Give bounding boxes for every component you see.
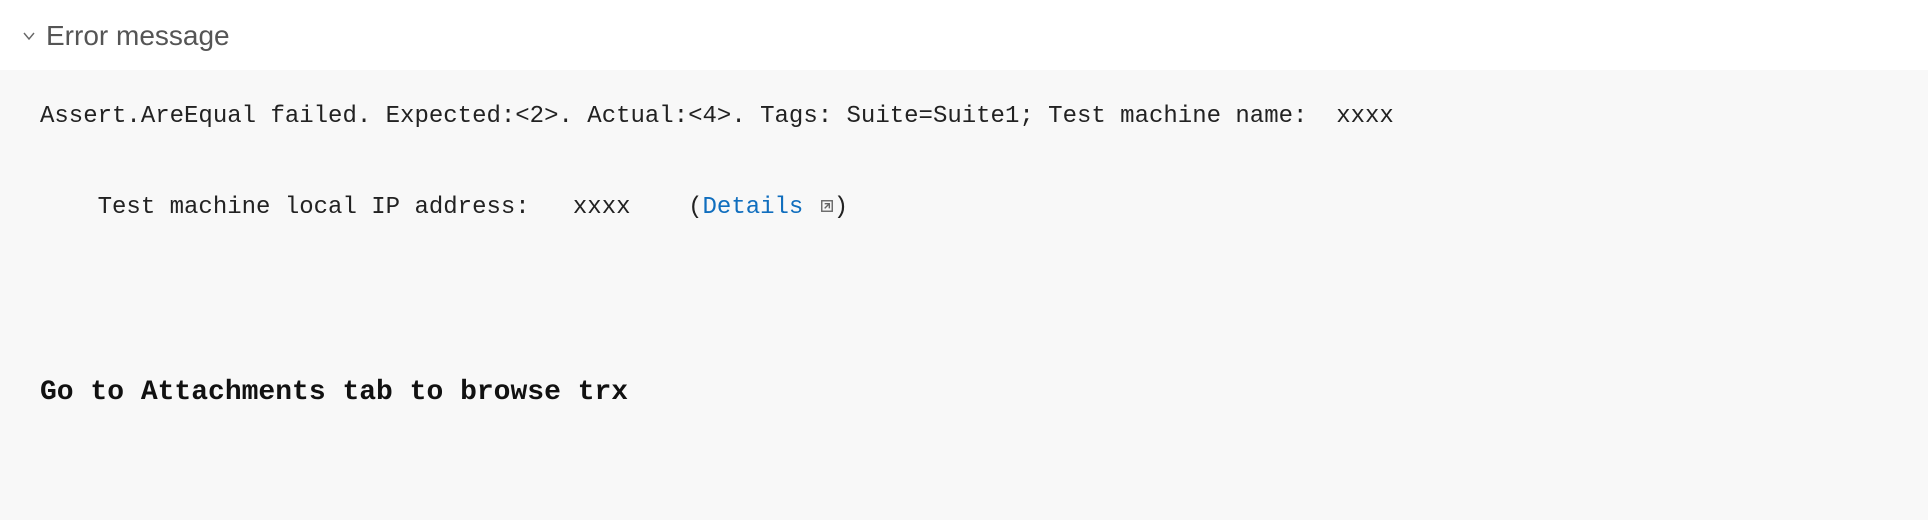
error-line-2: Test machine local IP address: xxxx (Det… [40, 140, 1888, 277]
section-title: Error message [46, 20, 230, 52]
error-line-1: Assert.AreEqual failed. Expected:<2>. Ac… [40, 94, 1888, 140]
error-message-section-header[interactable]: Error message [0, 0, 1928, 70]
error-line-2-prefix: Test machine local IP address: xxxx ( [98, 194, 703, 221]
error-line-2-suffix: ) [834, 194, 848, 221]
details-link-label: Details [703, 194, 804, 221]
external-link-icon [820, 185, 834, 199]
chevron-down-icon [20, 27, 38, 45]
error-message-body: Assert.AreEqual failed. Expected:<2>. Ac… [0, 70, 1928, 520]
attachments-note: Go to Attachments tab to browse trx [40, 366, 1888, 419]
details-link[interactable]: Details [703, 194, 834, 221]
